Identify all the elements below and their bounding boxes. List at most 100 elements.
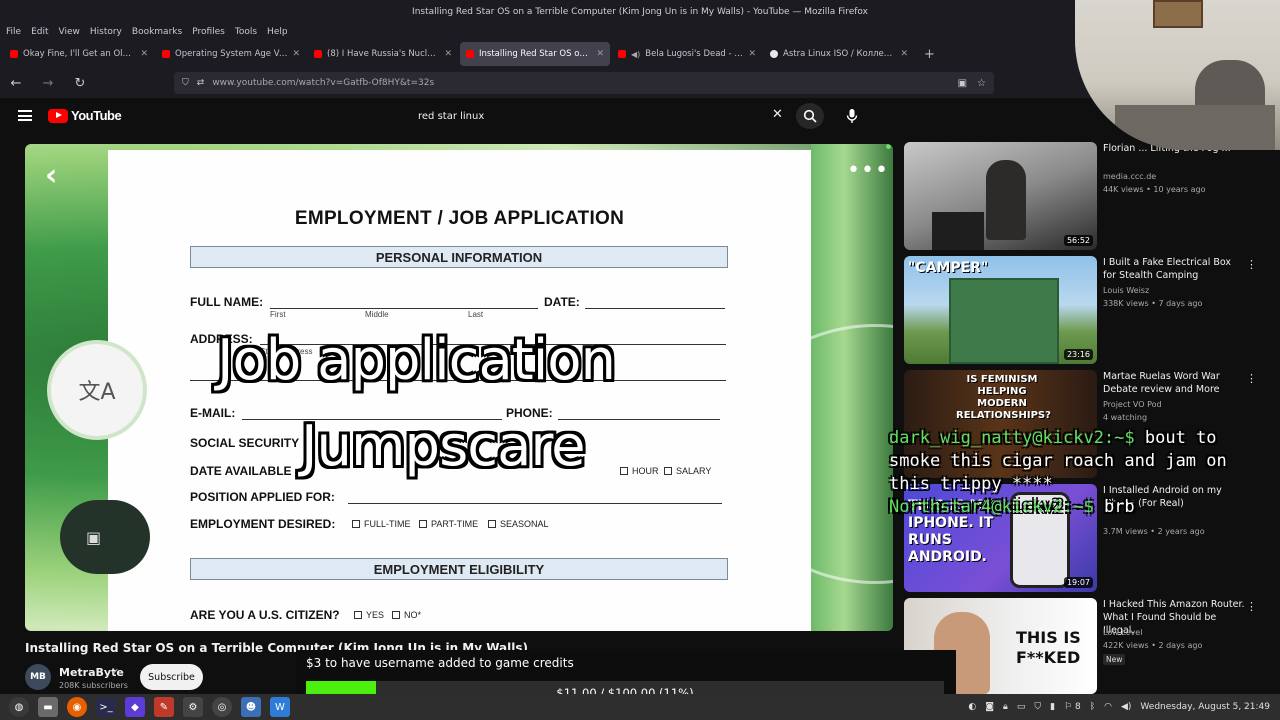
recommended-channel[interactable]: Low Level xyxy=(1103,628,1142,637)
terminal-icon[interactable]: >_ xyxy=(96,697,116,717)
recommended-meta: 4 watching xyxy=(1103,413,1148,422)
start-menu-icon[interactable]: ◍ xyxy=(9,697,29,717)
close-icon[interactable]: ✕ xyxy=(596,49,604,59)
clipboard-icon[interactable]: ▭ xyxy=(1017,702,1026,712)
browser-tab[interactable]: Operating System Age Verif ✕ xyxy=(156,42,306,66)
game-icon[interactable]: ☻ xyxy=(241,697,261,717)
menu-tools[interactable]: Tools xyxy=(235,27,257,37)
hour-label: HOUR xyxy=(632,466,659,476)
url-text[interactable]: www.youtube.com/watch?v=Gatfb-Of8HY&t=32… xyxy=(212,78,434,88)
close-icon[interactable]: ✕ xyxy=(140,49,148,59)
subscribe-button[interactable]: Subscribe xyxy=(140,664,203,690)
speaker-icon[interactable]: ◀) xyxy=(631,50,640,59)
wifi-icon[interactable]: ◠ xyxy=(1104,702,1112,712)
recommended-video[interactable]: "CAMPER" 23:16 I Built a Fake Electrical… xyxy=(904,256,1264,364)
video-player[interactable]: EMPLOYMENT / JOB APPLICATION PERSONAL IN… xyxy=(25,144,893,631)
disk-icon[interactable]: ◎ xyxy=(212,697,232,717)
new-tab-button[interactable]: + xyxy=(916,47,943,62)
video-thumbnail[interactable]: 56:52 xyxy=(904,142,1097,250)
steam-icon[interactable]: ◐ xyxy=(968,702,976,712)
video-thumbnail[interactable]: "CAMPER" 23:16 xyxy=(904,256,1097,364)
full-name-label: FULL NAME: xyxy=(190,295,264,309)
part-time-checkbox: PART-TIME xyxy=(419,519,478,529)
files-icon[interactable]: ▬ xyxy=(38,697,58,717)
first-name-hint: First xyxy=(270,310,286,319)
close-icon[interactable]: ✕ xyxy=(444,49,452,59)
close-icon[interactable]: ✕ xyxy=(292,49,300,59)
close-icon[interactable]: ✕ xyxy=(900,49,908,59)
shield-tray-icon[interactable]: ⛉ xyxy=(1034,702,1041,712)
kebab-menu-icon[interactable]: ⋮ xyxy=(1246,372,1257,385)
close-icon[interactable]: ✕ xyxy=(748,49,756,59)
firefox-icon[interactable]: ◉ xyxy=(67,697,87,717)
channel-avatar[interactable]: MB xyxy=(25,664,51,690)
browser-tab[interactable]: Astra Linux ISO / Коллекция ✕ xyxy=(764,42,914,66)
youtube-header: YouTube red star linux ✕ xyxy=(0,98,1280,134)
voice-search-button[interactable] xyxy=(838,102,866,130)
search-button[interactable] xyxy=(796,103,824,129)
menu-bookmarks[interactable]: Bookmarks xyxy=(132,27,182,37)
browser-tab[interactable]: ◀) Bela Lugosi's Dead - Bau ✕ xyxy=(612,42,762,66)
recommended-video[interactable]: THIS IS F**KED I Hacked This Amazon Rout… xyxy=(904,598,1264,694)
search-input-value[interactable]: red star linux xyxy=(418,111,484,122)
subscriber-count: 208K subscribers xyxy=(59,681,128,690)
clear-search-icon[interactable]: ✕ xyxy=(772,107,783,122)
recommended-meta: 44K views • 10 years ago xyxy=(1103,185,1206,194)
recommended-channel[interactable]: Louis Weisz xyxy=(1103,286,1149,295)
recommended-video-title[interactable]: I Built a Fake Electrical Box for Stealt… xyxy=(1103,256,1245,282)
credits-label: $3 to have username added to game credit… xyxy=(306,656,574,670)
tab-title: Astra Linux ISO / Коллекция xyxy=(783,49,896,59)
recommended-video-title[interactable]: Martae Ruelas Word War Debate review and… xyxy=(1103,370,1245,396)
discord-icon[interactable]: ◙ xyxy=(985,702,994,712)
lectern xyxy=(932,212,984,250)
tab-title: Okay Fine, I'll Get an Old Th xyxy=(23,49,136,59)
reload-icon[interactable]: ↻ xyxy=(72,76,88,91)
menu-history[interactable]: History xyxy=(90,27,122,37)
obsidian-icon[interactable]: ◆ xyxy=(125,697,145,717)
text-editor-icon[interactable]: ✎ xyxy=(154,697,174,717)
notifications-icon[interactable]: ⚐ 8 xyxy=(1064,702,1081,712)
browser-tab[interactable]: Okay Fine, I'll Get an Old Th ✕ xyxy=(4,42,154,66)
lock-icon[interactable]: 🔒︎ xyxy=(1003,702,1008,712)
clock[interactable]: Wednesday, August 5, 21:49 xyxy=(1140,702,1270,712)
browser-tab[interactable]: (8) I Have Russia's Nuclear C ✕ xyxy=(308,42,458,66)
page-permissions-icon[interactable]: ⇄ xyxy=(197,78,205,88)
tab-title: (8) I Have Russia's Nuclear C xyxy=(327,49,440,59)
back-arrow-icon[interactable]: ← xyxy=(8,76,24,91)
tab-title: Installing Red Star OS on a T xyxy=(479,49,592,59)
hamburger-menu-icon[interactable] xyxy=(18,110,32,121)
no-label: NO* xyxy=(404,610,422,620)
taskbar: ◍ ▬ ◉ >_ ◆ ✎ ⚙ ◎ ☻ W ◐ ◙ 🔒︎ ▭ ⛉ ▮ ⚐ 8 ᛒ … xyxy=(0,694,1280,720)
recommended-channel[interactable]: Project VO Pod xyxy=(1103,400,1162,409)
volume-icon[interactable]: ◀) xyxy=(1121,702,1131,712)
position-line xyxy=(348,503,722,504)
document-title: EMPLOYMENT / JOB APPLICATION xyxy=(294,208,625,229)
more-options-icon[interactable]: ••• xyxy=(847,158,889,183)
bookmark-star-icon[interactable]: ☆ xyxy=(977,78,986,89)
kebab-menu-icon[interactable]: ⋮ xyxy=(1246,600,1257,613)
browser-tab-active[interactable]: Installing Red Star OS on a T ✕ xyxy=(460,42,610,66)
picture-in-picture-icon[interactable]: ▣ xyxy=(958,78,967,89)
word-processor-icon[interactable]: W xyxy=(270,697,290,717)
microphone-icon xyxy=(846,109,858,123)
menu-file[interactable]: File xyxy=(6,27,21,37)
menu-edit[interactable]: Edit xyxy=(31,27,48,37)
translate-icon: 文A xyxy=(47,340,147,440)
url-bar[interactable]: ⛉ ⇄ www.youtube.com/watch?v=Gatfb-Of8HY&… xyxy=(174,72,994,94)
tab-title: Bela Lugosi's Dead - Bau xyxy=(645,49,744,59)
search-input[interactable]: red star linux xyxy=(408,102,794,130)
battery-icon[interactable]: ▮ xyxy=(1050,702,1055,712)
menu-profiles[interactable]: Profiles xyxy=(192,27,225,37)
recommended-video[interactable]: 56:52 Florian ... Lifting the Fog ... me… xyxy=(904,142,1264,250)
youtube-logo[interactable]: YouTube xyxy=(48,108,122,123)
settings-icon[interactable]: ⚙ xyxy=(183,697,203,717)
kebab-menu-icon[interactable]: ⋮ xyxy=(1246,258,1257,271)
recommended-channel[interactable]: media.ccc.de xyxy=(1103,172,1156,181)
forward-arrow-icon[interactable]: → xyxy=(40,76,56,91)
bluetooth-icon[interactable]: ᛒ xyxy=(1090,702,1095,712)
full-time-label: FULL-TIME xyxy=(364,519,411,529)
menu-view[interactable]: View xyxy=(59,27,80,37)
shield-icon[interactable]: ⛉ xyxy=(182,78,189,88)
chevron-left-icon[interactable]: ‹ xyxy=(45,158,57,193)
menu-help[interactable]: Help xyxy=(267,27,288,37)
